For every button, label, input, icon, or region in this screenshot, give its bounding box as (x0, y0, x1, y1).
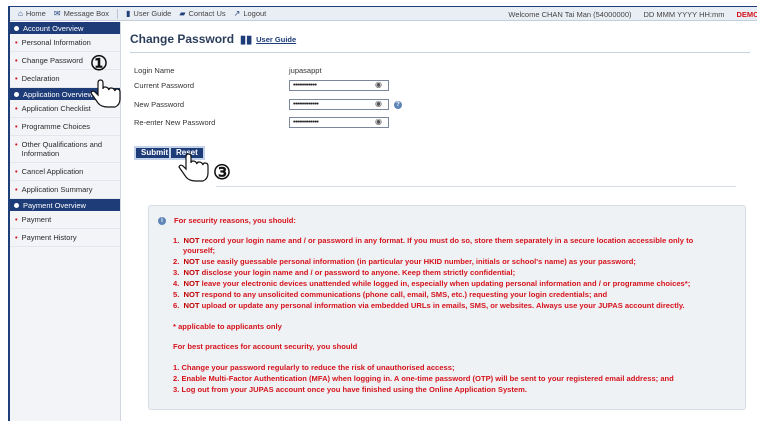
sidebar-item-application-summary[interactable]: • Application Summary (10, 181, 120, 199)
bullet-icon: • (15, 140, 18, 149)
logout-icon: ↗ (233, 9, 241, 18)
best-practice-item-2: 2. Enable Multi-Factor Authentication (M… (173, 374, 674, 383)
notice-item-3: 3. NOT disclose your login name and / or… (173, 268, 516, 277)
notice-item-4: 4. NOT leave your electronic devices una… (173, 279, 691, 288)
bullet-icon: • (15, 38, 18, 47)
best-practice-item-1: 1. Change your password regularly to red… (173, 363, 455, 372)
bullet-icon: • (15, 104, 18, 113)
main-content: Change Password ▮▮ User Guide Login Name… (124, 22, 757, 421)
sidebar-header-account[interactable]: Account Overview (10, 22, 120, 34)
notice-item-2: 2. NOT use easily guessable personal inf… (173, 257, 636, 266)
sidebar-header-payment[interactable]: Payment Overview (10, 199, 120, 211)
sidebar-item-payment-history[interactable]: • Payment History (10, 229, 120, 247)
divider (130, 52, 750, 53)
datetime-text: DD MMM YYYY HH:mm (643, 9, 725, 19)
show-password-eye-icon[interactable]: ◉ (375, 117, 382, 126)
best-practice-item-3: 3. Log out from your JUPAS account once … (173, 385, 527, 394)
notice-item-6: 6. NOT upload or update any personal inf… (173, 301, 685, 310)
bullet-icon: • (15, 167, 18, 176)
welcome-text: Welcome CHAN Tai Man (54000000) (508, 9, 632, 19)
login-name-label: Login Name (134, 66, 175, 75)
show-password-eye-icon[interactable]: ◉ (375, 80, 382, 89)
notice-item-1: 1. NOT record your login name and / or p… (173, 236, 694, 245)
step-1-marker: ① (90, 53, 108, 75)
section-dot-icon (14, 202, 19, 208)
notice-heading: i For security reasons, you should: (158, 216, 296, 225)
reenter-password-input[interactable]: ••••••••••••• (289, 117, 389, 128)
show-password-eye-icon[interactable]: ◉ (375, 99, 382, 108)
notice-item-1-cont: yourself; (183, 246, 216, 255)
security-notice: i For security reasons, you should: 1. NO… (148, 205, 746, 410)
bullet-icon: • (15, 56, 18, 65)
app-window: ⌂ Home ✉ Message Box ▮ User Guide ▰ Contact … (8, 6, 757, 421)
new-password-label: New Password (134, 100, 185, 109)
best-practice-heading: For best practices for account security,… (173, 342, 358, 351)
current-password-input[interactable]: •••••••••••• (289, 80, 389, 91)
home-link[interactable]: ⌂ Home (18, 9, 46, 18)
divider (216, 186, 736, 187)
current-password-label: Current Password (134, 81, 195, 90)
notice-footnote: * applicable to applicants only (173, 322, 282, 331)
message-box-link[interactable]: ✉ Message Box (54, 9, 109, 18)
divider (117, 8, 119, 19)
chat-icon: ▰ (179, 9, 186, 18)
bullet-icon: • (15, 122, 18, 131)
bullet-icon: • (15, 185, 18, 194)
contact-us-link[interactable]: ▰ Contact Us (179, 9, 225, 18)
bullet-icon: • (15, 233, 18, 242)
info-icon: i (158, 217, 166, 225)
message-icon: ✉ (53, 9, 61, 18)
login-name-value: jupasappt (289, 66, 322, 75)
notice-item-5: 5. NOT respond to any unsolicited commun… (173, 290, 608, 299)
page-title: Change Password ▮▮ User Guide (130, 32, 297, 46)
top-nav-bar: ⌂ Home ✉ Message Box ▮ User Guide ▰ Contact … (10, 7, 757, 21)
sidebar-item-other-qualifications[interactable]: • Other Qualifications and Information (10, 136, 120, 163)
new-password-input[interactable]: ••••••••••••• (289, 99, 389, 110)
sidebar-item-programme-choices[interactable]: • Programme Choices (10, 118, 120, 136)
section-dot-icon (14, 91, 19, 97)
demo-badge: DEMO (736, 9, 757, 19)
user-guide-link[interactable]: ▮ User Guide (126, 9, 171, 18)
pointer-hand-icon (178, 153, 209, 182)
reenter-password-label: Re-enter New Password (134, 118, 216, 127)
bullet-icon: • (15, 74, 18, 83)
home-icon: ⌂ (18, 9, 23, 18)
book-icon: ▮▮ (240, 33, 253, 46)
help-icon[interactable]: ? (394, 101, 402, 109)
sidebar-item-cancel-application[interactable]: • Cancel Application (10, 163, 120, 181)
bullet-icon: • (15, 215, 18, 224)
user-status: Welcome CHAN Tai Man (54000000) DD MMM Y… (508, 7, 757, 21)
section-dot-icon (14, 25, 19, 31)
pointer-hand-icon (90, 79, 121, 108)
sidebar-item-personal-information[interactable]: • Personal Information (10, 34, 120, 52)
logout-link[interactable]: ↗ Logout (234, 9, 267, 18)
book-icon: ▮ (126, 9, 131, 18)
step-3-marker: ③ (213, 162, 231, 184)
user-guide-link[interactable]: User Guide (256, 35, 296, 44)
sidebar-item-payment[interactable]: • Payment (10, 211, 120, 229)
